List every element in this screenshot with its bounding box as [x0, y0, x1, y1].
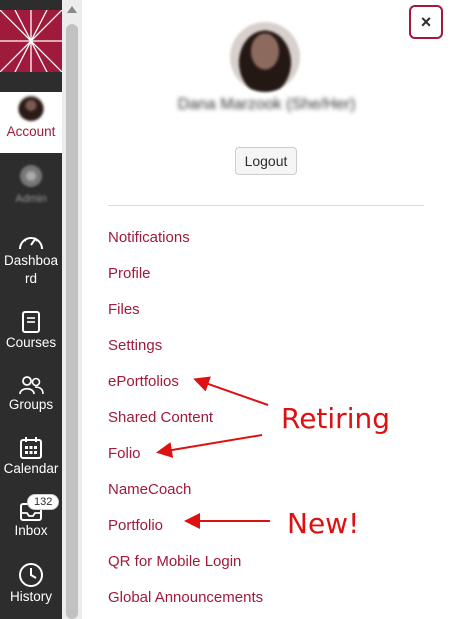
arrow-to-folio: [156, 434, 263, 458]
annotation-arrows: [156, 376, 270, 529]
annotation-retiring: Retiring: [281, 402, 390, 435]
arrow-to-eportfolios: [193, 376, 269, 406]
annotation-new: New!: [287, 507, 360, 540]
